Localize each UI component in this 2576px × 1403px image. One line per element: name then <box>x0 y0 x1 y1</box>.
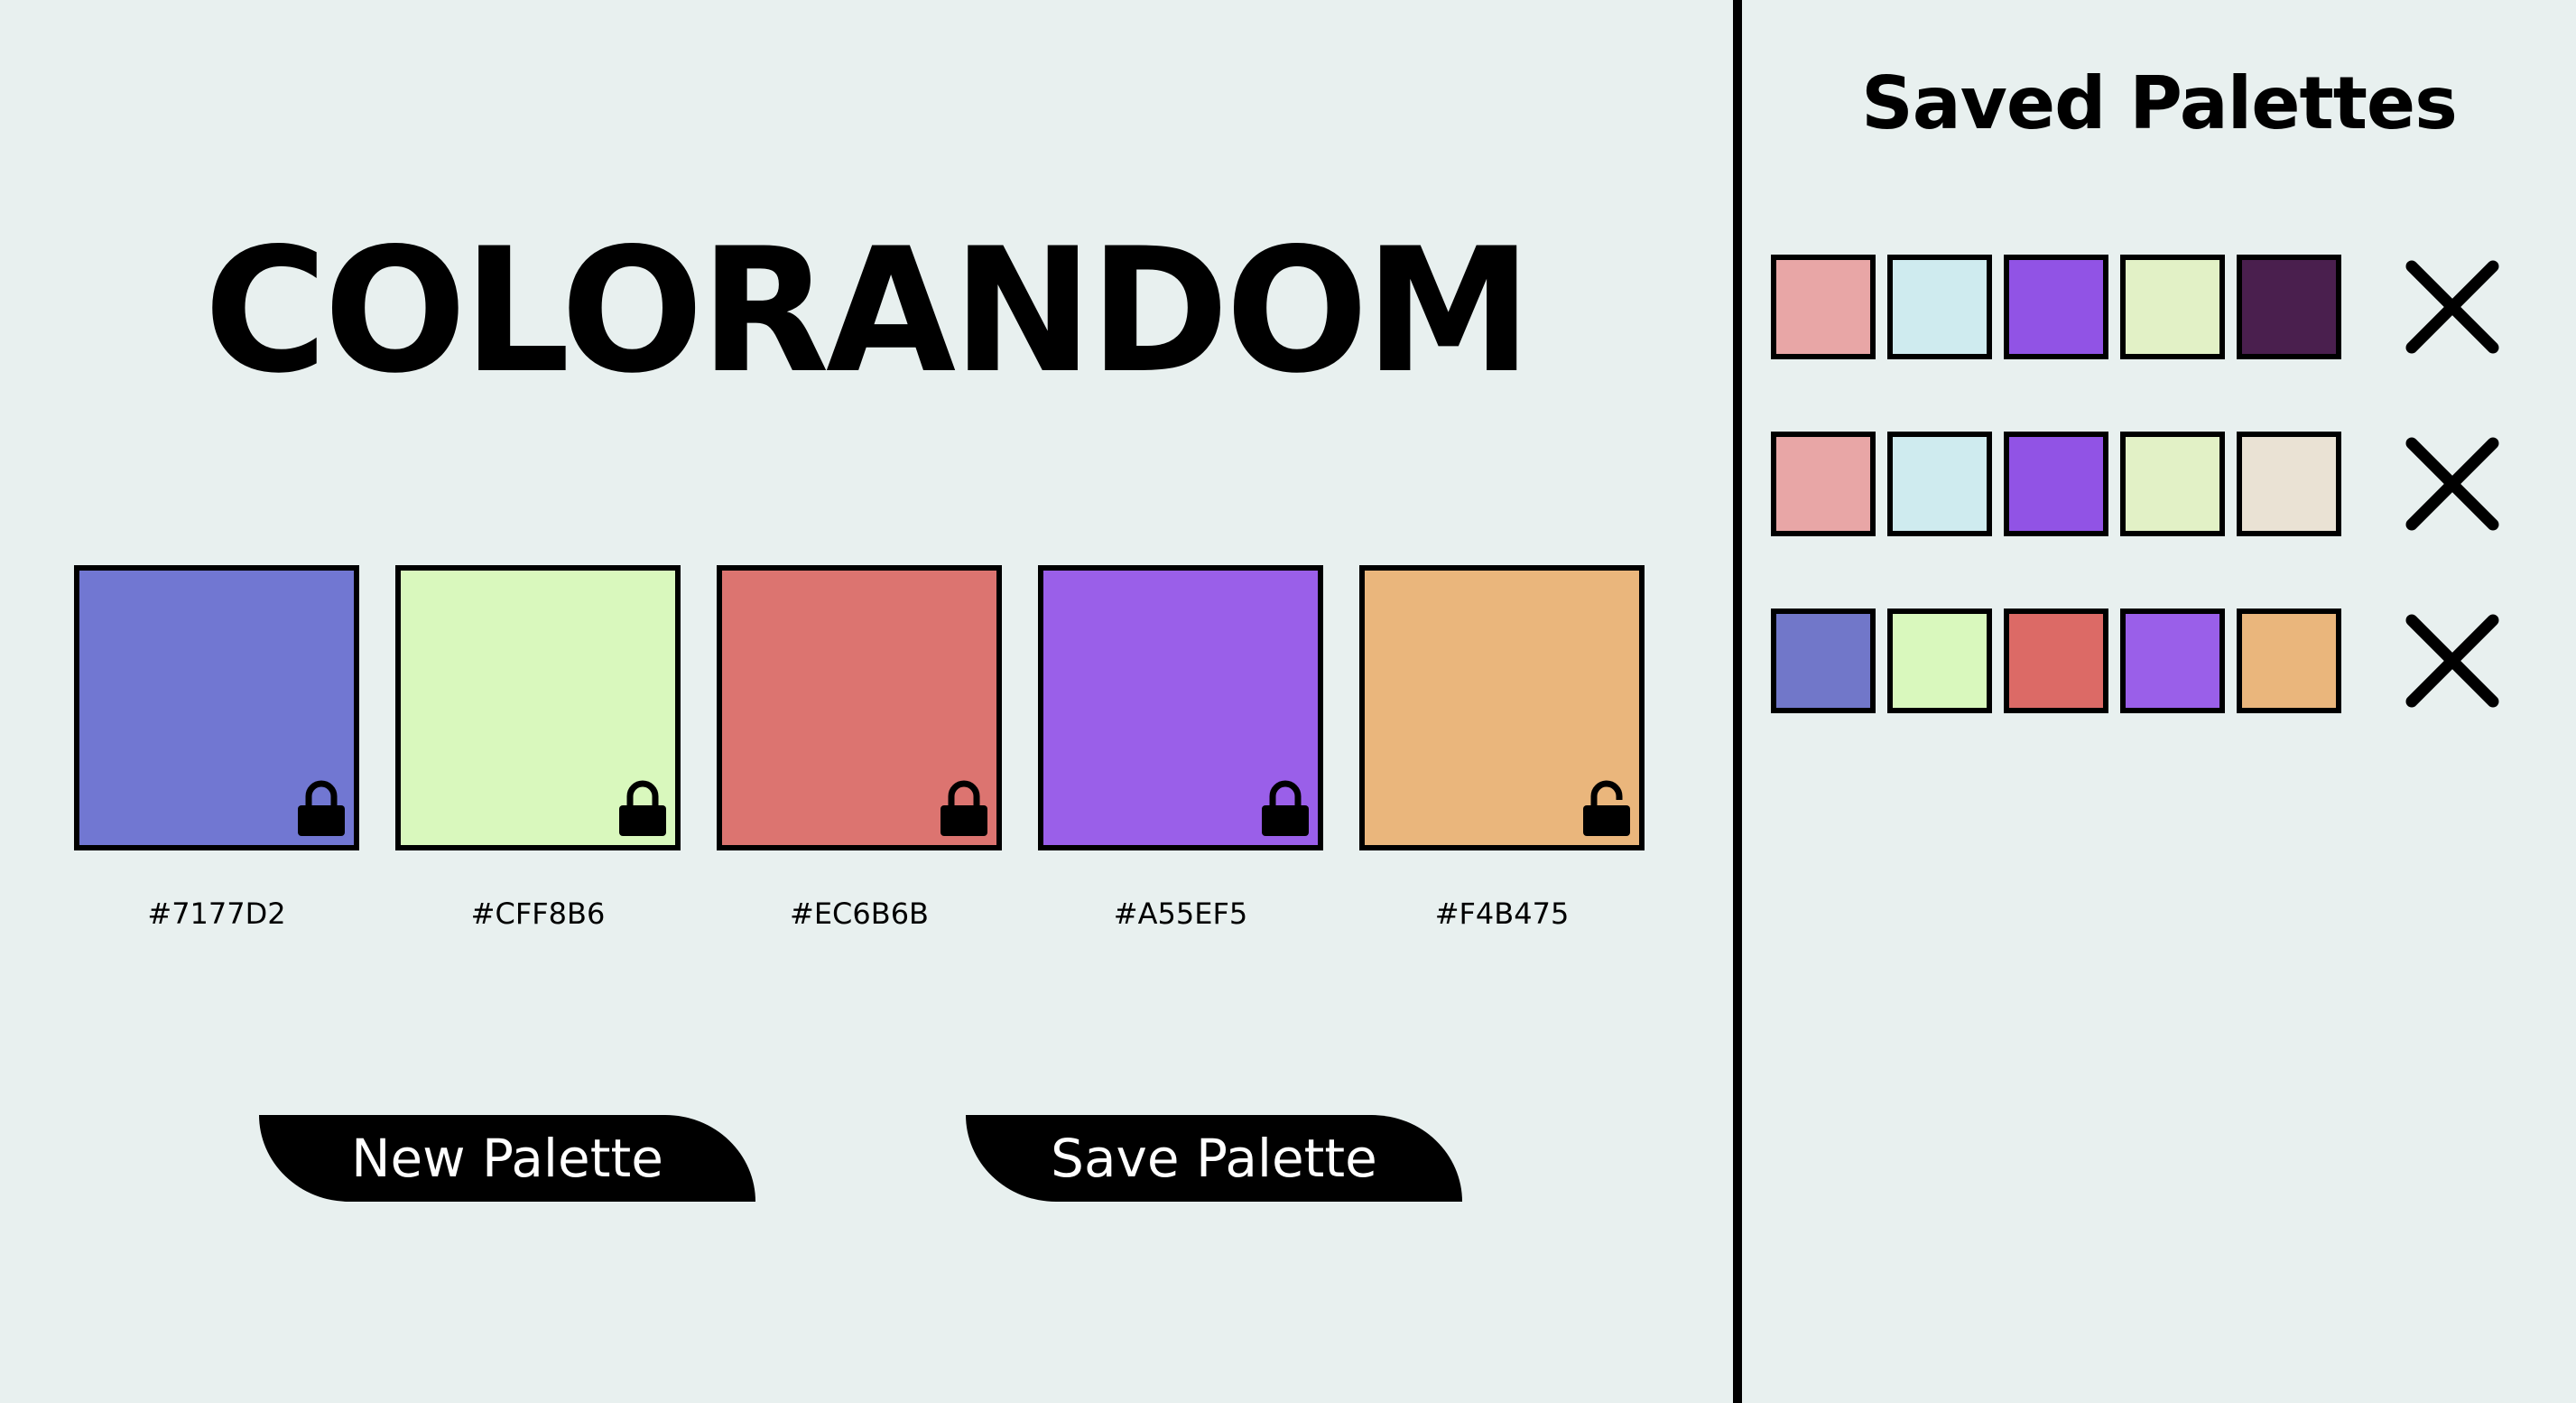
close-icon[interactable] <box>2403 434 2502 534</box>
save-palette-label: Save Palette <box>1051 1128 1377 1189</box>
swatch-column-5: #F4B475 <box>1359 565 1645 930</box>
hex-code-label: #A55EF5 <box>1113 897 1248 931</box>
mini-swatch <box>2004 609 2108 713</box>
mini-swatch <box>2237 609 2341 713</box>
swatch-column-4: #A55EF5 <box>1038 565 1323 930</box>
hex-code-label: #EC6B6B <box>790 897 929 931</box>
lock-icon[interactable] <box>939 780 989 838</box>
mini-swatch <box>2120 255 2225 359</box>
mini-swatch <box>2120 609 2225 713</box>
saved-palettes-list <box>1771 255 2502 785</box>
mini-swatch <box>1887 255 1992 359</box>
mini-swatch <box>2004 255 2108 359</box>
color-swatch <box>74 565 359 850</box>
color-swatch <box>395 565 681 850</box>
panel-divider <box>1733 0 1742 1403</box>
hex-code-label: #7177D2 <box>147 897 286 931</box>
swatch-column-3: #EC6B6B <box>717 565 1002 930</box>
mini-swatch <box>1887 432 1992 536</box>
close-icon[interactable] <box>2403 257 2502 357</box>
mini-swatch <box>2004 432 2108 536</box>
app-title: COLORANDOM <box>0 226 1733 397</box>
mini-swatch <box>2237 255 2341 359</box>
saved-palette[interactable] <box>1771 255 2502 359</box>
current-palette: #7177D2 #CFF8B6 #EC6B6B #A55EF5 #F4B475 <box>74 565 1645 930</box>
mini-swatch <box>1771 255 1876 359</box>
lock-icon[interactable] <box>296 780 347 838</box>
lock-icon[interactable] <box>1260 780 1311 838</box>
saved-palettes-title: Saved Palettes <box>1861 61 2458 145</box>
mini-swatch <box>2237 432 2341 536</box>
mini-swatch <box>2120 432 2225 536</box>
color-swatch <box>1038 565 1323 850</box>
mini-swatch <box>1887 609 1992 713</box>
hex-code-label: #CFF8B6 <box>470 897 606 931</box>
main-panel: COLORANDOM #7177D2 #CFF8B6 #EC6B6B #A55E… <box>0 0 1733 1403</box>
new-palette-label: New Palette <box>351 1128 663 1189</box>
app-title-text: COLORANDOM <box>204 211 1532 411</box>
swatch-column-2: #CFF8B6 <box>395 565 681 930</box>
lock-icon[interactable] <box>617 780 668 838</box>
mini-swatch <box>1771 432 1876 536</box>
new-palette-button[interactable]: New Palette <box>259 1115 755 1202</box>
saved-palette[interactable] <box>1771 609 2502 713</box>
color-swatch <box>1359 565 1645 850</box>
save-palette-button[interactable]: Save Palette <box>966 1115 1462 1202</box>
unlock-icon[interactable] <box>1581 780 1632 838</box>
hex-code-label: #F4B475 <box>1434 897 1570 931</box>
saved-palettes-panel: Saved Palettes <box>1742 0 2576 1403</box>
swatch-column-1: #7177D2 <box>74 565 359 930</box>
saved-palette[interactable] <box>1771 432 2502 536</box>
color-swatch <box>717 565 1002 850</box>
close-icon[interactable] <box>2403 611 2502 711</box>
mini-swatch <box>1771 609 1876 713</box>
